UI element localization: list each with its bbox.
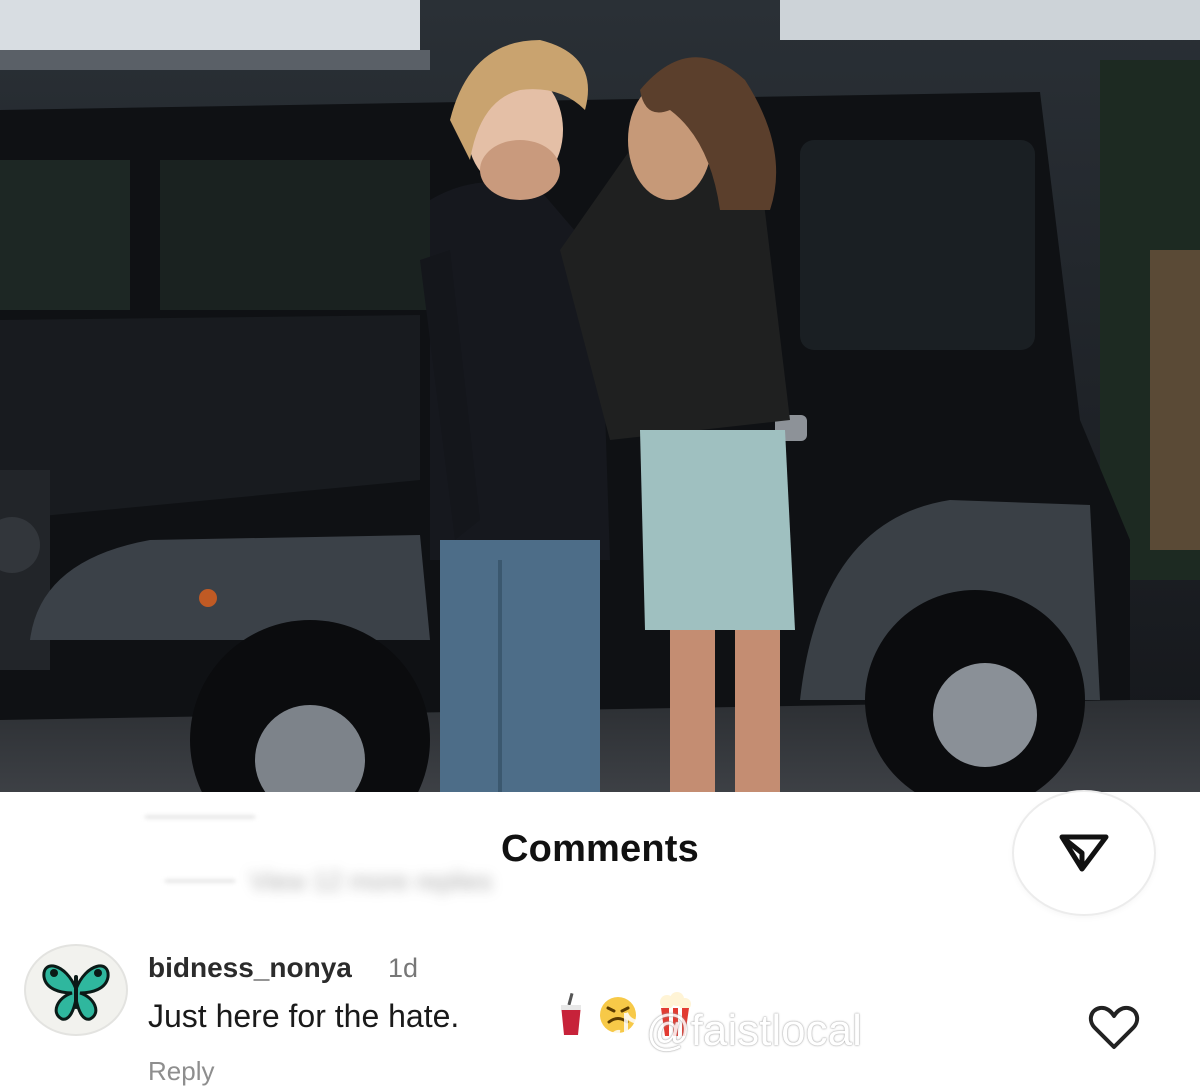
- green-butterfly-icon: [42, 964, 110, 1021]
- like-button[interactable]: [1088, 1005, 1140, 1051]
- comment-text: Just here for the hate.: [148, 998, 460, 1034]
- watermark-handle: @faistlocal: [646, 1006, 862, 1055]
- paper-plane-send-icon: [1059, 834, 1109, 872]
- tiktok-logo-icon: [612, 1012, 639, 1048]
- comment-username[interactable]: bidness_nonya: [148, 952, 352, 984]
- blurred-divider: [165, 880, 235, 882]
- comments-sheet: View 12 more replies Comments bidness_no…: [0, 792, 1200, 1086]
- avatar[interactable]: [24, 944, 128, 1036]
- watermark: @faistlocal: [612, 1006, 862, 1056]
- blurred-divider: [145, 816, 255, 818]
- comment-time: 1d: [388, 953, 419, 983]
- background-photo: [0, 0, 1200, 792]
- reply-button[interactable]: Reply: [148, 1056, 214, 1087]
- share-button[interactable]: [1014, 792, 1154, 914]
- heart-outline-icon: [1088, 1005, 1140, 1049]
- juice-cup-emoji: [556, 992, 586, 1042]
